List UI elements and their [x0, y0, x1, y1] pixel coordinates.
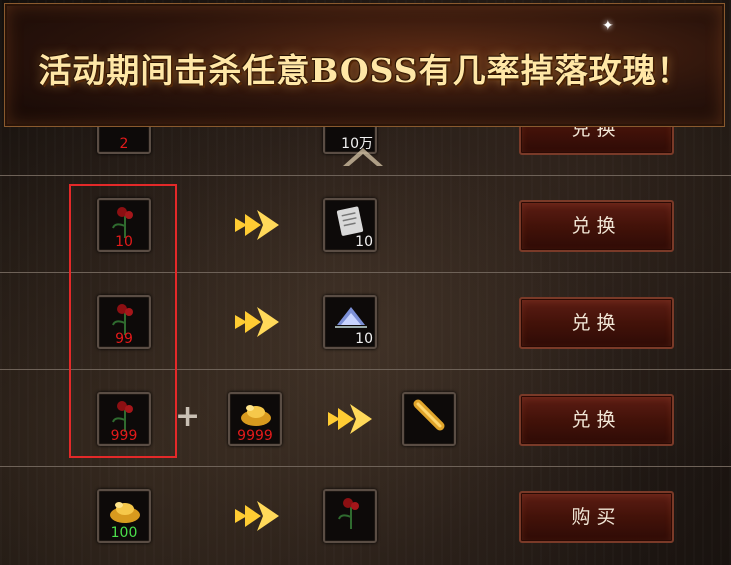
reward-quantity: 10: [355, 234, 373, 250]
rose-icon: [338, 498, 359, 529]
golden-scroll-slot[interactable]: [402, 392, 456, 446]
double-arrow-icon: [328, 404, 372, 434]
rose-quantity: 2: [119, 136, 129, 152]
double-arrow-icon: [235, 307, 279, 337]
event-banner: ✦ 活动期间击杀任意BOSS有几率掉落玫瑰！: [4, 3, 725, 127]
exchange-button[interactable]: 兑换: [519, 297, 674, 349]
banner-title: 活动期间击杀任意BOSS有几率掉落玫瑰！: [38, 51, 691, 90]
double-arrow-icon: [235, 210, 279, 240]
row-divider: [0, 175, 731, 176]
exchange-button[interactable]: 兑换: [519, 394, 674, 446]
rose-highlight-box: [69, 184, 177, 458]
gold-quantity: 9999: [237, 428, 273, 444]
sparkle-icon: ✦: [602, 18, 614, 34]
crystal-ship-icon: [335, 307, 367, 328]
rose-slot[interactable]: [323, 489, 377, 543]
plus-icon: +: [175, 399, 201, 434]
gold-quantity: 100: [110, 525, 138, 541]
buy-button[interactable]: 购买: [519, 491, 674, 543]
scroll-up-chevron-icon[interactable]: [339, 142, 387, 170]
double-arrow-icon: [235, 501, 279, 531]
crystal-slot[interactable]: 10: [323, 295, 377, 349]
exchange-button[interactable]: 兑换: [519, 200, 674, 252]
gold-ingot-icon: [241, 405, 271, 426]
golden-scroll-icon: [413, 399, 445, 431]
gold-slot[interactable]: 9999: [228, 392, 282, 446]
scroll-slot[interactable]: 10: [323, 198, 377, 252]
gold-ingot-icon: [110, 502, 140, 523]
scroll-icon: [336, 206, 364, 236]
reward-quantity: 10: [355, 331, 373, 347]
gold-slot[interactable]: 100: [97, 489, 151, 543]
row-divider: [0, 466, 731, 467]
